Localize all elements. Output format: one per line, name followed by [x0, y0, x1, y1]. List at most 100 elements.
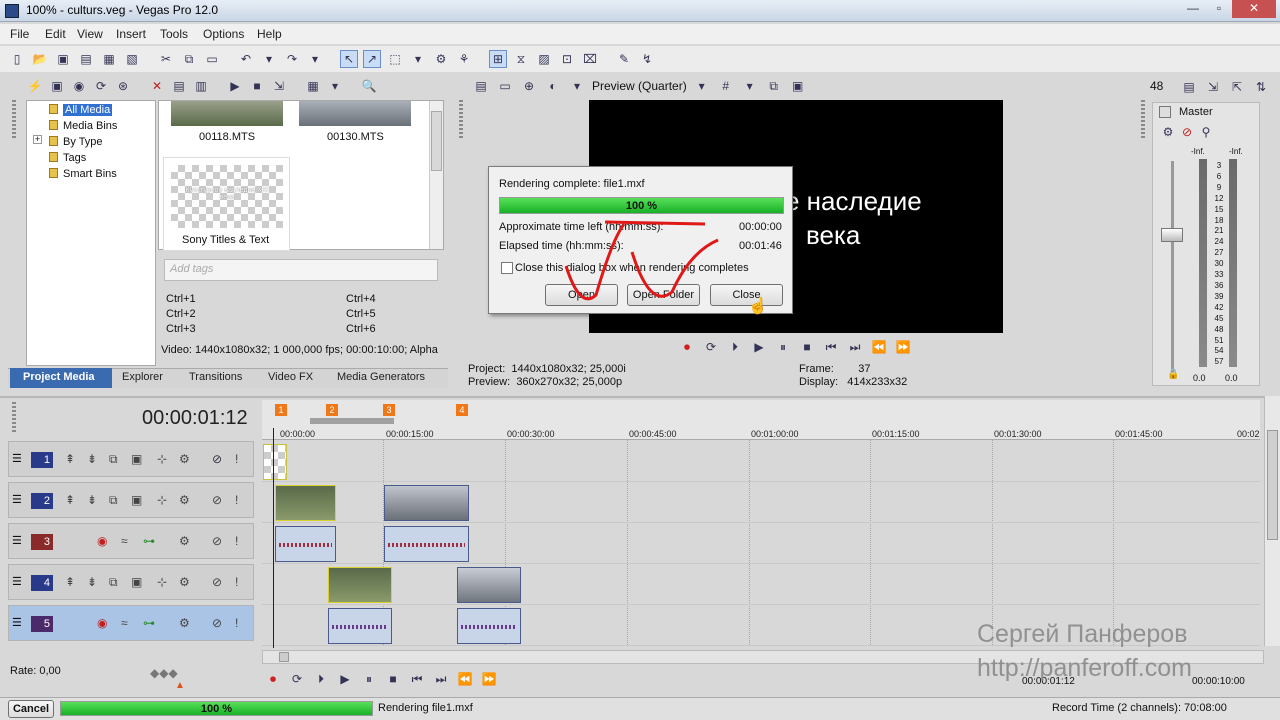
cut-icon[interactable]: ✂	[157, 50, 175, 68]
loop-icon[interactable]: ⟳	[288, 670, 306, 688]
thumb-00130[interactable]	[299, 101, 411, 126]
copy-snapshot-icon[interactable]: ⧉	[765, 77, 783, 95]
capture-icon[interactable]: ▣	[48, 77, 66, 95]
get-media-icon[interactable]: ◉	[70, 77, 88, 95]
marker-4[interactable]: 4	[456, 404, 468, 416]
master-mute-icon[interactable]: ⊘	[1180, 125, 1194, 139]
new-icon[interactable]: ▯	[8, 50, 26, 68]
track-header-3[interactable]: ☰ 3 ◉ ≈ ⊶ ⚙ ⊘ !	[8, 523, 254, 559]
track-settings-icon[interactable]: ⚙	[179, 534, 190, 548]
rate-marker-icon[interactable]: ▲	[175, 680, 185, 691]
auto-crossfade-icon[interactable]: ⧖	[512, 50, 530, 68]
arm-record-icon[interactable]: ◉	[97, 616, 107, 630]
external-monitor-icon[interactable]: ▭	[496, 77, 514, 95]
play-from-start-icon[interactable]: ⏵	[312, 670, 330, 688]
track-header-5[interactable]: ☰ 5 ◉ ≈ ⊶ ⚙ ⊘ !	[8, 605, 254, 641]
menu-edit[interactable]: Edit	[45, 27, 66, 41]
marker-1[interactable]: 1	[275, 404, 287, 416]
track-fx-icon[interactable]: ▣	[131, 575, 142, 589]
media-properties-icon[interactable]: ▤	[170, 77, 188, 95]
go-to-end-icon[interactable]: ⏭	[432, 670, 450, 688]
panel-grip[interactable]	[12, 100, 16, 140]
tags-input[interactable]: Add tags	[164, 259, 438, 281]
audio-clip[interactable]	[275, 526, 336, 562]
refresh-icon[interactable]: ⟳	[92, 77, 110, 95]
thumb-00118[interactable]	[171, 101, 283, 126]
solo-icon[interactable]: !	[235, 452, 238, 466]
scroll-thumb[interactable]	[431, 111, 442, 171]
media-generators-icon[interactable]: ▥	[192, 77, 210, 95]
preview-fx-icon[interactable]: ⊕	[520, 77, 538, 95]
auto-preview-icon[interactable]: ⇲	[270, 77, 288, 95]
save-snapshot-icon[interactable]: ▣	[789, 77, 807, 95]
track-menu-icon[interactable]: ☰	[12, 452, 22, 465]
selection-tool-icon[interactable]: ⬚	[386, 50, 404, 68]
next-frame-icon[interactable]: ⏭	[846, 338, 864, 356]
play-icon[interactable]: ▶	[750, 338, 768, 356]
expand-icon[interactable]: +	[33, 135, 42, 144]
panel-grip[interactable]	[1141, 100, 1145, 140]
preview-properties-icon[interactable]: ▤	[472, 77, 490, 95]
track-settings-icon[interactable]: ⚙	[179, 493, 190, 507]
solo-icon[interactable]: !	[235, 575, 238, 589]
close-dialog-checkbox[interactable]	[501, 262, 513, 274]
tab-transitions[interactable]: Transitions	[189, 371, 242, 383]
menu-view[interactable]: View	[77, 27, 103, 41]
track-fx-icon[interactable]: ⊶	[143, 534, 155, 548]
rate-slider-icon[interactable]: ◆◆◆	[150, 666, 178, 680]
video-clip[interactable]	[275, 485, 336, 521]
tab-video-fx[interactable]: Video FX	[268, 371, 313, 383]
video-clip[interactable]	[328, 567, 392, 603]
splitter[interactable]	[0, 396, 1280, 398]
media-scrollbar[interactable]	[429, 101, 443, 249]
video-clip[interactable]	[384, 485, 469, 521]
track-menu-icon[interactable]: ☰	[12, 493, 22, 506]
master-fx-icon[interactable]: ⚙	[1161, 125, 1175, 139]
redo-dropdown-icon[interactable]: ▾	[306, 50, 324, 68]
marker-2[interactable]: 2	[326, 404, 338, 416]
timeline-vscroll[interactable]	[1264, 396, 1280, 646]
mute-icon[interactable]: ⊘	[212, 616, 222, 630]
mute-icon[interactable]: ⊘	[212, 452, 222, 466]
track-motion-icon[interactable]: ⧉	[109, 493, 118, 508]
go-to-start-icon[interactable]: ⏮	[408, 670, 426, 688]
undo-dropdown-icon[interactable]: ▾	[260, 50, 278, 68]
solo-icon[interactable]: !	[235, 493, 238, 507]
remove-icon[interactable]: ✕	[148, 77, 166, 95]
track-motion-icon[interactable]: ⧉	[109, 575, 118, 590]
track-header-4[interactable]: ☰ 4 ⇞ ⇟ ⧉ ▣ ⊹ ⚙ ⊘ !	[8, 564, 254, 600]
record-icon[interactable]: ⏺	[678, 338, 696, 356]
what-is-this-icon[interactable]: ↯	[638, 50, 656, 68]
audio-clip[interactable]	[457, 608, 521, 644]
mute-icon[interactable]: ⊘	[212, 534, 222, 548]
hscroll-thumb[interactable]	[279, 652, 289, 662]
track-fx-icon[interactable]: ⊶	[143, 616, 155, 630]
composite-child-icon[interactable]: ⇟	[87, 575, 97, 589]
cancel-button[interactable]: Cancel	[8, 700, 54, 718]
lock-envelopes-icon[interactable]: ⚘	[455, 50, 473, 68]
auto-ripple-icon[interactable]: ⚙	[432, 50, 450, 68]
lock-icon[interactable]: ⌧	[581, 50, 599, 68]
tree-smart-bins[interactable]: Smart Bins	[49, 166, 117, 182]
master-solo-icon[interactable]: ⚲	[1199, 125, 1213, 139]
snapping-icon[interactable]: ⊞	[489, 50, 507, 68]
motion-blur-icon[interactable]: ⇞	[65, 493, 75, 507]
play-icon[interactable]: ▶	[336, 670, 354, 688]
mixer-properties-icon[interactable]: ▤	[1180, 78, 1198, 96]
import-media-icon[interactable]: ⚡	[26, 77, 44, 95]
render-icon[interactable]: ▧	[123, 50, 141, 68]
pause-icon[interactable]: ⏸	[774, 338, 792, 356]
overlays-dropdown-icon[interactable]: ▾	[741, 77, 759, 95]
invert-phase-icon[interactable]: ≈	[121, 534, 128, 548]
title-clip[interactable]	[263, 444, 287, 480]
minimize-button[interactable]: —	[1180, 0, 1206, 18]
video-clip[interactable]	[457, 567, 521, 603]
mixer-downmix-icon[interactable]: ⇲	[1204, 78, 1222, 96]
pause-icon[interactable]: ⏸	[360, 670, 378, 688]
vscroll-thumb[interactable]	[1267, 430, 1278, 540]
track-settings-icon[interactable]: ⚙	[179, 452, 190, 466]
split-screen-icon[interactable]: ◐	[544, 77, 562, 95]
motion-blur-icon[interactable]: ⇞	[65, 452, 75, 466]
play-from-start-icon[interactable]: ⏵	[726, 338, 744, 356]
solo-icon[interactable]: !	[235, 534, 238, 548]
